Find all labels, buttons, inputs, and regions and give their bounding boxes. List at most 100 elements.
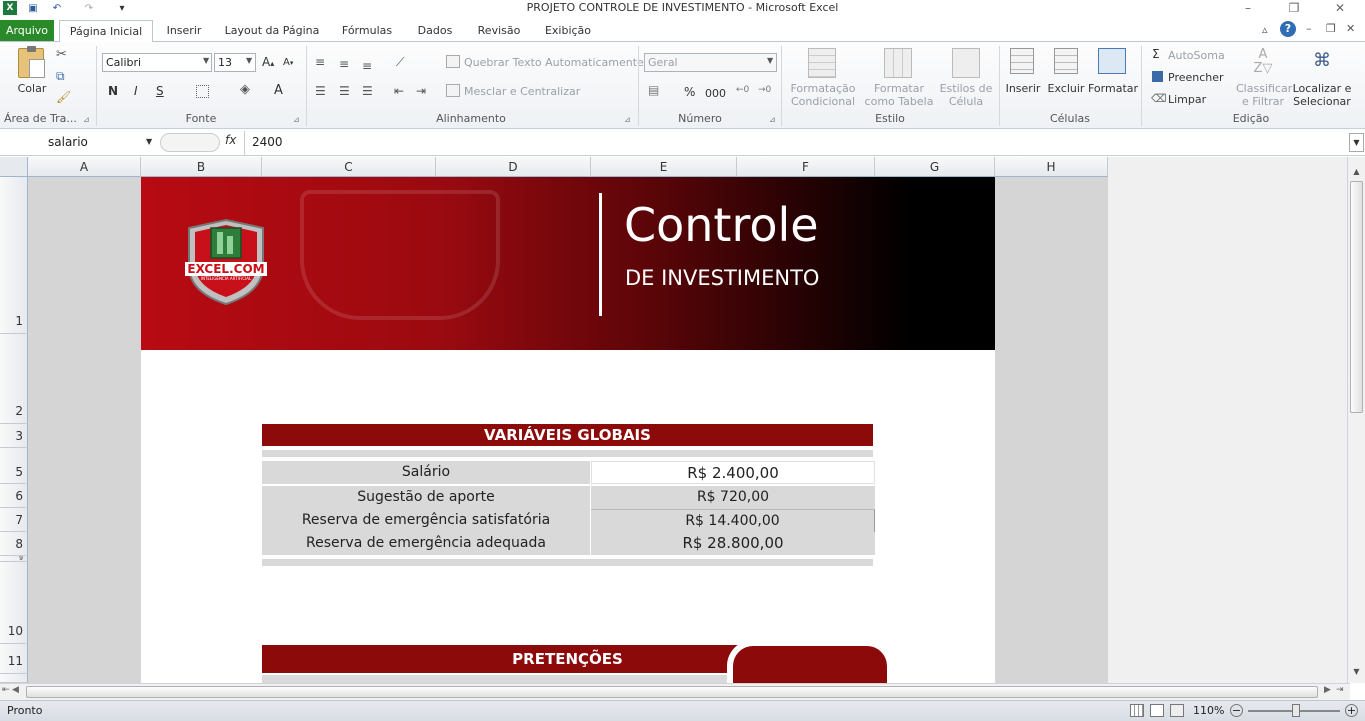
alignment-dialog-icon[interactable]: ⊿ — [624, 115, 631, 124]
horizontal-scroll-thumb[interactable] — [26, 686, 1318, 698]
thousands-button[interactable]: 000 — [705, 87, 726, 100]
font-dialog-icon[interactable]: ⊿ — [293, 115, 300, 124]
column-header-g[interactable]: G — [875, 157, 995, 177]
aporte-label[interactable]: Sugestão de aporte — [262, 486, 590, 509]
reserve-adequate-label[interactable]: Reserva de emergência adequada — [262, 532, 590, 555]
grow-font-icon[interactable]: A▴ — [262, 55, 274, 69]
align-top-icon[interactable]: ≡ — [315, 55, 325, 69]
currency-icon[interactable]: ▤ — [648, 83, 659, 97]
shrink-font-icon[interactable]: A▾ — [283, 57, 293, 68]
clear-button[interactable]: Limpar — [1168, 93, 1206, 106]
zoom-in-icon[interactable]: + — [1345, 704, 1358, 717]
insert-cells-button[interactable]: Inserir — [1004, 46, 1042, 106]
paste-button[interactable]: Colar — [14, 46, 50, 98]
column-header-a[interactable]: A — [28, 157, 141, 177]
tab-home[interactable]: Página Inicial — [59, 20, 153, 42]
orientation-icon[interactable]: ⟋ — [396, 55, 404, 70]
align-bottom-icon[interactable]: ≡ — [362, 59, 372, 73]
zoom-out-icon[interactable]: − — [1230, 704, 1243, 717]
salary-value[interactable]: R$ 2.400,00 — [591, 461, 875, 484]
window-minimize-icon[interactable]: – — [1306, 22, 1312, 35]
increase-indent-icon[interactable]: ⇥ — [416, 84, 426, 98]
conditional-formatting-button[interactable]: Formatação Condicional — [786, 46, 860, 110]
bold-button[interactable]: N — [108, 84, 118, 98]
format-as-table-button[interactable]: Formatar como Tabela — [862, 46, 936, 110]
clipboard-dialog-icon[interactable]: ⊿ — [83, 115, 90, 124]
close-icon[interactable]: ✕ — [1329, 0, 1351, 16]
normal-view-icon[interactable] — [1130, 704, 1144, 717]
tab-page-layout[interactable]: Layout da Página — [220, 20, 324, 42]
chevron-right-icon[interactable]: ▶ — [1324, 685, 1331, 695]
action-card[interactable] — [727, 640, 893, 683]
find-select-button[interactable]: ⌘ Localizar e Selecionar — [1292, 46, 1352, 110]
page-layout-view-icon[interactable] — [1150, 704, 1164, 717]
row-header-8[interactable]: 8 — [0, 532, 28, 556]
row-header-6[interactable]: 6 — [0, 484, 28, 508]
chevron-down-icon[interactable]: ▼ — [146, 137, 152, 146]
aporte-value[interactable]: R$ 720,00 — [591, 486, 875, 509]
sort-filter-button[interactable]: A Z▽ Classificar e Filtrar — [1236, 46, 1292, 110]
minimize-icon[interactable]: – — [1237, 0, 1259, 16]
copy-icon[interactable]: ⧉ — [56, 69, 65, 84]
row-header-7[interactable]: 7 — [0, 508, 28, 532]
chevron-down-icon[interactable]: ▼ — [1349, 667, 1364, 679]
column-header-h[interactable]: H — [995, 157, 1108, 177]
tab-view[interactable]: Exibição — [538, 20, 598, 42]
salary-label[interactable]: Salário — [262, 461, 590, 484]
zoom-level[interactable]: 110% — [1193, 701, 1224, 721]
delete-cells-button[interactable]: Excluir — [1046, 46, 1086, 106]
column-header-c[interactable]: C — [262, 157, 436, 177]
reserve-satisfactory-value[interactable]: R$ 14.400,00 — [591, 509, 875, 532]
tab-review[interactable]: Revisão — [472, 20, 526, 42]
column-header-b[interactable]: B — [141, 157, 262, 177]
first-sheet-icon[interactable]: ⇤ — [2, 685, 10, 695]
tab-formulas[interactable]: Fórmulas — [336, 20, 398, 42]
column-header-f[interactable]: F — [737, 157, 875, 177]
merge-center-button[interactable]: Mesclar e Centralizar — [464, 85, 580, 98]
decrease-indent-icon[interactable]: ⇤ — [394, 84, 404, 98]
tab-insert[interactable]: Inserir — [160, 20, 208, 42]
row-header-10[interactable]: 10 — [0, 562, 28, 644]
align-right-icon[interactable]: ☰ — [362, 84, 373, 98]
row-header-11[interactable]: 11 — [0, 644, 28, 674]
fill-button[interactable]: Preencher — [1168, 71, 1224, 84]
row-header-2[interactable]: 2 — [0, 334, 28, 424]
help-icon[interactable]: ? — [1280, 21, 1296, 37]
underline-button[interactable]: S — [156, 84, 164, 98]
insert-function-button[interactable]: fx — [225, 133, 236, 147]
column-header-d[interactable]: D — [436, 157, 591, 177]
formula-input[interactable]: 2400 — [252, 133, 283, 152]
vertical-scrollbar[interactable]: ▲ ▼ — [1347, 157, 1365, 683]
window-restore-icon[interactable]: ❐ — [1326, 22, 1336, 35]
reserve-satisfactory-label[interactable]: Reserva de emergência satisfatória — [262, 509, 590, 532]
reserve-adequate-value[interactable]: R$ 28.800,00 — [591, 532, 875, 555]
row-header-3[interactable]: 3 — [0, 424, 28, 448]
align-middle-icon[interactable]: ≡ — [339, 57, 349, 71]
fill-color-icon[interactable]: ◈ — [240, 82, 250, 97]
number-dialog-icon[interactable]: ⊿ — [769, 115, 776, 124]
row-header-1[interactable]: 1 — [0, 177, 28, 334]
restore-icon[interactable]: ❐ — [1283, 0, 1305, 16]
formula-bar-splitter[interactable] — [160, 133, 220, 152]
font-color-icon[interactable]: A — [274, 83, 283, 98]
tab-file[interactable]: Arquivo — [0, 20, 54, 41]
format-cells-button[interactable]: Formatar — [1088, 46, 1138, 106]
name-box[interactable]: salario — [2, 133, 156, 152]
percent-button[interactable]: % — [684, 86, 695, 99]
decrease-decimal-icon[interactable]: →0 — [758, 85, 771, 95]
wrap-text-button[interactable]: Quebrar Texto Automaticamente — [464, 56, 644, 69]
chevron-up-icon[interactable]: ▲ — [1349, 167, 1364, 179]
select-all-button[interactable] — [0, 157, 28, 177]
row-header-12[interactable] — [0, 674, 28, 683]
last-sheet-icon[interactable]: ⇥ — [1336, 685, 1344, 695]
row-header-5[interactable]: 5 — [0, 448, 28, 484]
vertical-scroll-thumb[interactable] — [1350, 181, 1363, 413]
window-close-icon[interactable]: ✕ — [1346, 22, 1355, 35]
tab-data[interactable]: Dados — [410, 20, 460, 42]
horizontal-scrollbar[interactable]: ⇤ ◀ ▶ ⇥ — [0, 683, 1350, 700]
chevron-left-icon[interactable]: ◀ — [12, 685, 19, 695]
number-format-select[interactable]: Geral — [644, 53, 777, 72]
expand-formula-bar-icon[interactable]: ▼ — [1349, 133, 1364, 152]
format-painter-icon[interactable]: 🖌 — [56, 90, 71, 104]
font-name-select[interactable]: Calibri — [102, 53, 212, 72]
